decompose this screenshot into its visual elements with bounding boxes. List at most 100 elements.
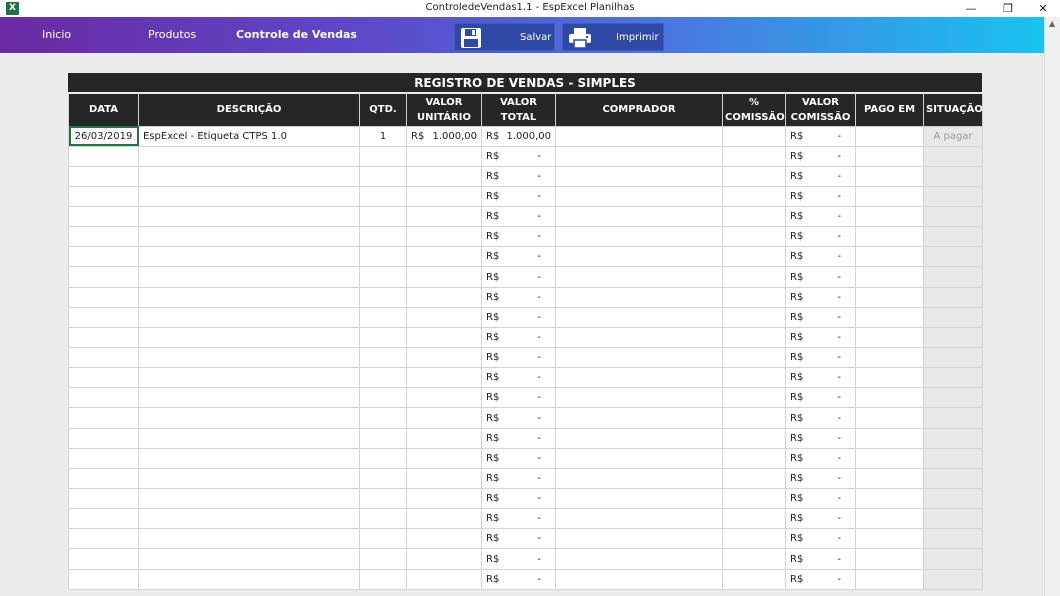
- cell-data[interactable]: [68, 447, 139, 469]
- cell-descricao[interactable]: [138, 206, 360, 228]
- nav-produtos[interactable]: Produtos: [148, 28, 196, 41]
- cell-comissao-pct[interactable]: [722, 407, 786, 429]
- cell-qtd[interactable]: [359, 306, 407, 328]
- cell-descricao[interactable]: EspExcel - Etiqueta CTPS 1.0: [138, 125, 360, 147]
- cell-data[interactable]: [68, 427, 139, 449]
- cell-situacao[interactable]: [923, 488, 983, 510]
- cell-valor-unitario[interactable]: [406, 246, 482, 268]
- cell-valor-comissao[interactable]: R$ -: [785, 488, 856, 510]
- cell-comprador[interactable]: [555, 246, 723, 268]
- cell-pago-em[interactable]: [855, 145, 924, 167]
- cell-situacao[interactable]: [923, 508, 983, 530]
- cell-situacao[interactable]: [923, 528, 983, 550]
- print-button[interactable]: Imprimir: [562, 23, 664, 51]
- cell-data[interactable]: [68, 488, 139, 510]
- cell-comprador[interactable]: [555, 407, 723, 429]
- cell-situacao[interactable]: [923, 387, 983, 409]
- cell-data[interactable]: [68, 407, 139, 429]
- cell-data[interactable]: [68, 528, 139, 550]
- cell-comprador[interactable]: [555, 286, 723, 308]
- cell-valor-total[interactable]: R$ -: [481, 447, 556, 469]
- col-valor-comissao[interactable]: VALOR COMISSÃO: [785, 94, 856, 127]
- cell-valor-unitario[interactable]: [406, 145, 482, 167]
- cell-qtd[interactable]: [359, 246, 407, 268]
- cell-pago-em[interactable]: [855, 568, 924, 590]
- cell-valor-unitario[interactable]: [406, 528, 482, 550]
- cell-descricao[interactable]: [138, 367, 360, 389]
- cell-qtd[interactable]: [359, 508, 407, 530]
- cell-descricao[interactable]: [138, 226, 360, 248]
- cell-valor-total[interactable]: R$ -: [481, 548, 556, 570]
- cell-data[interactable]: [68, 145, 139, 167]
- cell-comissao-pct[interactable]: [722, 387, 786, 409]
- cell-comissao-pct[interactable]: [722, 508, 786, 530]
- cell-comprador[interactable]: [555, 467, 723, 490]
- cell-comissao-pct[interactable]: [722, 306, 786, 328]
- cell-valor-comissao[interactable]: R$ -: [785, 145, 856, 167]
- cell-valor-comissao[interactable]: R$ -: [785, 347, 856, 369]
- cell-valor-comissao[interactable]: R$ -: [785, 387, 856, 409]
- cell-comprador[interactable]: [555, 508, 723, 530]
- cell-descricao[interactable]: [138, 165, 360, 187]
- col-valor-total[interactable]: VALOR TOTAL: [481, 94, 556, 127]
- cell-comprador[interactable]: [555, 165, 723, 187]
- cell-descricao[interactable]: [138, 407, 360, 429]
- cell-valor-comissao[interactable]: R$ -: [785, 367, 856, 389]
- cell-comissao-pct[interactable]: [722, 206, 786, 228]
- nav-inicio[interactable]: Inicio: [42, 28, 71, 41]
- nav-controle-de-vendas[interactable]: Controle de Vendas: [236, 28, 357, 41]
- cell-comissao-pct[interactable]: [722, 447, 786, 469]
- cell-pago-em[interactable]: [855, 488, 924, 510]
- cell-qtd[interactable]: [359, 266, 407, 288]
- cell-valor-total[interactable]: R$ -: [481, 165, 556, 187]
- cell-data[interactable]: [68, 367, 139, 389]
- cell-pago-em[interactable]: [855, 185, 924, 208]
- cell-valor-total[interactable]: R$ -: [481, 407, 556, 429]
- cell-comissao-pct[interactable]: [722, 226, 786, 248]
- cell-valor-unitario[interactable]: [406, 326, 482, 349]
- cell-valor-total[interactable]: R$ -: [481, 387, 556, 409]
- cell-comissao-pct[interactable]: [722, 568, 786, 590]
- cell-valor-unitario[interactable]: [406, 367, 482, 389]
- cell-situacao[interactable]: [923, 165, 983, 187]
- cell-data[interactable]: [68, 387, 139, 409]
- col-qtd[interactable]: QTD.: [359, 94, 407, 127]
- cell-comprador[interactable]: [555, 447, 723, 469]
- cell-comprador[interactable]: [555, 488, 723, 510]
- cell-descricao[interactable]: [138, 447, 360, 469]
- cell-valor-unitario[interactable]: [406, 185, 482, 208]
- cell-situacao[interactable]: [923, 447, 983, 469]
- cell-situacao[interactable]: [923, 246, 983, 268]
- cell-data[interactable]: [68, 226, 139, 248]
- cell-valor-total[interactable]: R$ -: [481, 528, 556, 550]
- cell-qtd[interactable]: [359, 548, 407, 570]
- cell-qtd[interactable]: [359, 185, 407, 208]
- cell-data[interactable]: [68, 568, 139, 590]
- cell-descricao[interactable]: [138, 326, 360, 349]
- cell-comissao-pct[interactable]: [722, 246, 786, 268]
- cell-qtd[interactable]: [359, 488, 407, 510]
- cell-comprador[interactable]: [555, 427, 723, 449]
- cell-comprador[interactable]: [555, 347, 723, 369]
- col-data[interactable]: DATA: [68, 94, 139, 127]
- cell-comissao-pct[interactable]: [722, 548, 786, 570]
- cell-situacao[interactable]: [923, 427, 983, 449]
- col-pago-em[interactable]: PAGO EM: [855, 94, 924, 127]
- cell-valor-unitario[interactable]: [406, 347, 482, 369]
- cell-valor-comissao[interactable]: R$ -: [785, 548, 856, 570]
- cell-valor-total[interactable]: R$ -: [481, 246, 556, 268]
- cell-descricao[interactable]: [138, 488, 360, 510]
- col-comissao-pct[interactable]: % COMISSÃO: [722, 94, 786, 127]
- cell-comissao-pct[interactable]: [722, 165, 786, 187]
- cell-valor-unitario[interactable]: [406, 306, 482, 328]
- cell-valor-total[interactable]: R$ -: [481, 206, 556, 228]
- cell-data[interactable]: [68, 548, 139, 570]
- cell-descricao[interactable]: [138, 246, 360, 268]
- cell-pago-em[interactable]: [855, 226, 924, 248]
- cell-pago-em[interactable]: [855, 165, 924, 187]
- scroll-up-icon[interactable]: ▲: [1049, 19, 1055, 28]
- cell-comissao-pct[interactable]: [722, 185, 786, 208]
- cell-pago-em[interactable]: [855, 206, 924, 228]
- cell-valor-unitario[interactable]: [406, 226, 482, 248]
- cell-valor-total[interactable]: R$ -: [481, 326, 556, 349]
